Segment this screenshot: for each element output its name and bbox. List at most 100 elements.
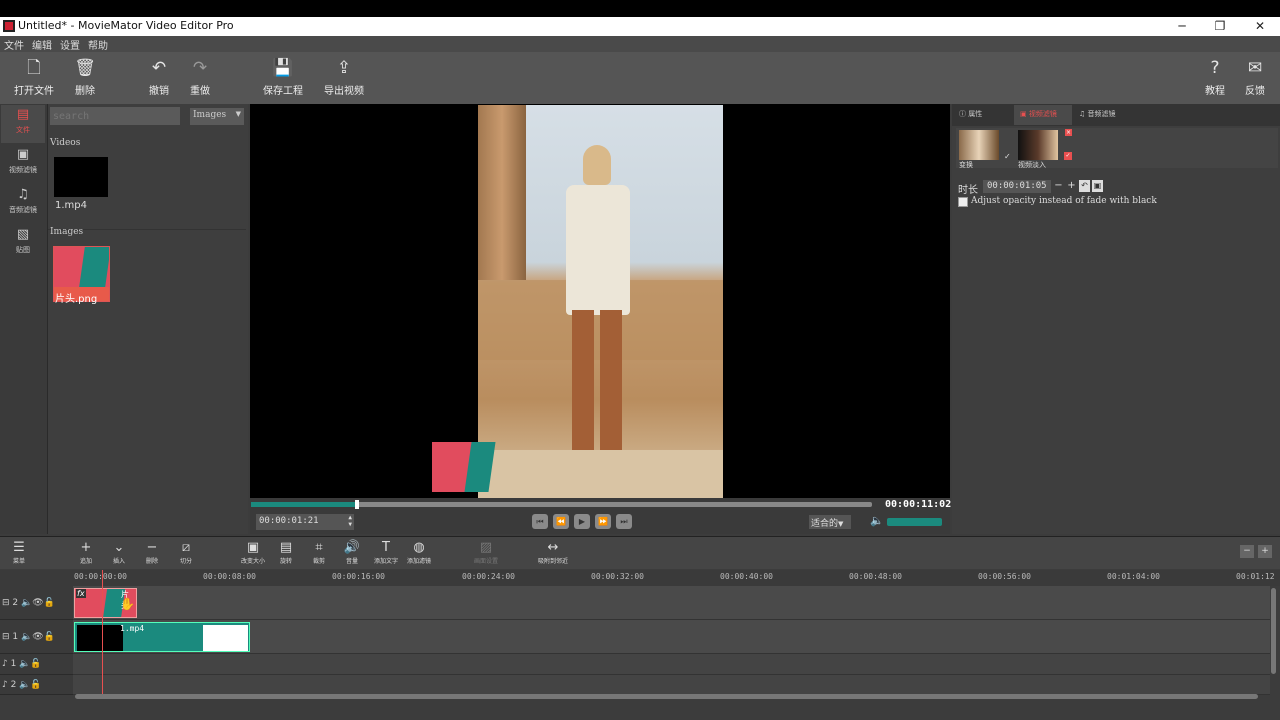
- timeline-menu-button[interactable]: ☰ 菜单: [0, 540, 41, 565]
- checkmark-icon: ✓: [1004, 152, 1011, 161]
- add-filter-button[interactable]: ◍ 添加滤镜: [397, 540, 441, 565]
- model-head: [583, 145, 611, 185]
- fast-forward-icon: ⏩: [598, 517, 608, 526]
- duration-decrease-button[interactable]: −: [1053, 180, 1064, 192]
- track-row-v1[interactable]: [73, 620, 1270, 654]
- filter-fade-in-thumb[interactable]: [1018, 130, 1058, 160]
- timeline-clip-video[interactable]: 1.mp4: [74, 622, 250, 652]
- duration-input[interactable]: 00:00:01:05: [983, 180, 1051, 193]
- tab-audio-filter[interactable]: ♫ 音频滤镜: [1073, 105, 1133, 125]
- save-icon: 💾: [272, 58, 294, 78]
- ruler-tick: 00:00:40:00: [720, 572, 773, 581]
- chevron-down-icon: ▼: [235, 110, 241, 118]
- filter-transform-thumb[interactable]: [959, 130, 999, 160]
- export-video-button[interactable]: ⇪ 导出视频: [319, 56, 369, 102]
- model-leg-right: [600, 310, 622, 450]
- adjust-opacity-label: Adjust opacity instead of fade with blac…: [971, 196, 1157, 206]
- sidebar-item-audio-filter[interactable]: ♫ 音频滤镜: [1, 185, 45, 223]
- type-select[interactable]: Images ▼: [190, 108, 244, 125]
- skip-end-button[interactable]: ⏭: [616, 514, 632, 529]
- rewind-icon: ⏪: [556, 517, 566, 526]
- properties-panel: [952, 104, 1280, 534]
- ruler-tick: 00:00:00:00: [74, 572, 127, 581]
- vertical-scrollbar[interactable]: [1271, 588, 1276, 674]
- ground: [478, 450, 723, 498]
- ruler-tick: 00:01:04:00: [1107, 572, 1160, 581]
- zoom-in-icon[interactable]: +: [1258, 545, 1272, 558]
- picture-settings-button[interactable]: ▨ 画面设置: [464, 540, 508, 565]
- speaker-icon[interactable]: 🔈: [16, 680, 30, 690]
- eye-icon[interactable]: 👁: [32, 632, 43, 642]
- spinner-arrows-icon[interactable]: ▲ ▼: [348, 514, 352, 528]
- reset-icon[interactable]: ↶: [1079, 180, 1090, 192]
- volume-icon[interactable]: 🔈: [870, 514, 884, 527]
- export-icon: ⇪: [336, 58, 352, 78]
- track-header-a1[interactable]: ♪ 1 🔈🔓: [0, 654, 73, 675]
- progress-fill: [251, 502, 357, 507]
- duration-increase-button[interactable]: +: [1066, 180, 1077, 192]
- current-time-field[interactable]: 00:00:01:21 ▲ ▼: [256, 514, 354, 530]
- speaker-icon[interactable]: 🔈: [18, 632, 32, 642]
- logo-stripe: [79, 247, 109, 287]
- redo-button[interactable]: ↷ 重做: [175, 56, 225, 102]
- skip-start-icon: ⏮: [536, 517, 544, 526]
- lock-icon[interactable]: 🔓: [44, 598, 55, 608]
- snap-button[interactable]: ↔ 吸附到邻近: [531, 540, 575, 565]
- image-filename: 片头.png: [55, 294, 98, 305]
- maximize-button[interactable]: ❐: [1200, 17, 1240, 36]
- fast-forward-button[interactable]: ⏩: [595, 514, 611, 529]
- zoom-select[interactable]: 适合的▼: [809, 515, 851, 529]
- playhead[interactable]: [102, 570, 103, 695]
- track-row-v2[interactable]: [73, 586, 1270, 620]
- menu-edit[interactable]: 编辑: [32, 37, 52, 52]
- menu-settings[interactable]: 设置: [60, 37, 80, 52]
- track-row-a2[interactable]: [73, 675, 1270, 695]
- ruler-tick: 00:00:56:00: [978, 572, 1031, 581]
- screen-top: [0, 0, 1280, 17]
- lock-icon[interactable]: 🔓: [30, 680, 41, 690]
- progress-handle[interactable]: [355, 500, 359, 509]
- speaker-icon[interactable]: 🔈: [16, 659, 30, 669]
- tab-video-filter[interactable]: ▣ 视频滤镜: [1014, 105, 1072, 125]
- video-filter-icon: ▣: [16, 147, 30, 162]
- feedback-button[interactable]: ✉ 反馈: [1230, 56, 1280, 102]
- videos-section-label: Videos: [50, 138, 81, 148]
- minimize-button[interactable]: ─: [1162, 17, 1202, 36]
- audio-track-icon: ♪: [2, 680, 11, 690]
- sidebar-item-video-filter[interactable]: ▣ 视频滤镜: [1, 145, 45, 183]
- save-preset-icon[interactable]: ▣: [1092, 180, 1103, 192]
- delete-button[interactable]: 🗑 删除: [60, 56, 110, 102]
- sidebar-item-sticker[interactable]: ▧ 贴图: [1, 225, 45, 263]
- track-header-a2[interactable]: ♪ 2 🔈🔓: [0, 675, 73, 695]
- ruler-tick: 00:00:24:00: [462, 572, 515, 581]
- video-thumbnail[interactable]: [54, 157, 108, 197]
- skip-start-button[interactable]: ⏮: [532, 514, 548, 529]
- tab-properties[interactable]: ⓘ 属性: [953, 105, 1013, 125]
- tower: [478, 105, 526, 280]
- track-header-v1[interactable]: ⊟ 1 🔈👁🔓: [0, 620, 73, 654]
- images-section-label: Images: [50, 227, 84, 237]
- lock-icon[interactable]: 🔓: [30, 659, 41, 669]
- lock-icon[interactable]: 🔓: [44, 632, 55, 642]
- menu-file[interactable]: 文件: [4, 37, 24, 52]
- remove-filter-icon[interactable]: ×: [1065, 129, 1072, 136]
- video-track-icon: ⊟: [2, 598, 13, 608]
- split-button[interactable]: ⧄ 切分: [164, 540, 208, 565]
- volume-slider[interactable]: [887, 518, 942, 526]
- adjust-opacity-checkbox[interactable]: [958, 197, 968, 207]
- sidebar-item-file[interactable]: ▤ 文件: [1, 105, 45, 143]
- trash-icon: 🗑: [74, 58, 96, 78]
- close-button[interactable]: ✕: [1240, 17, 1280, 36]
- rewind-button[interactable]: ⏪: [553, 514, 569, 529]
- search-input[interactable]: [50, 107, 180, 125]
- play-button[interactable]: ▶: [574, 514, 590, 529]
- eye-icon[interactable]: 👁: [32, 598, 43, 608]
- ruler-tick: 00:00:32:00: [591, 572, 644, 581]
- save-project-button[interactable]: 💾 保存工程: [258, 56, 308, 102]
- track-header-v2[interactable]: ⊟ 2 🔈👁🔓: [0, 586, 73, 620]
- menu-help[interactable]: 帮助: [88, 37, 108, 52]
- track-row-a1[interactable]: [73, 654, 1270, 675]
- horizontal-scrollbar[interactable]: [75, 694, 1258, 699]
- zoom-out-icon[interactable]: −: [1240, 545, 1254, 558]
- speaker-icon[interactable]: 🔈: [18, 598, 32, 608]
